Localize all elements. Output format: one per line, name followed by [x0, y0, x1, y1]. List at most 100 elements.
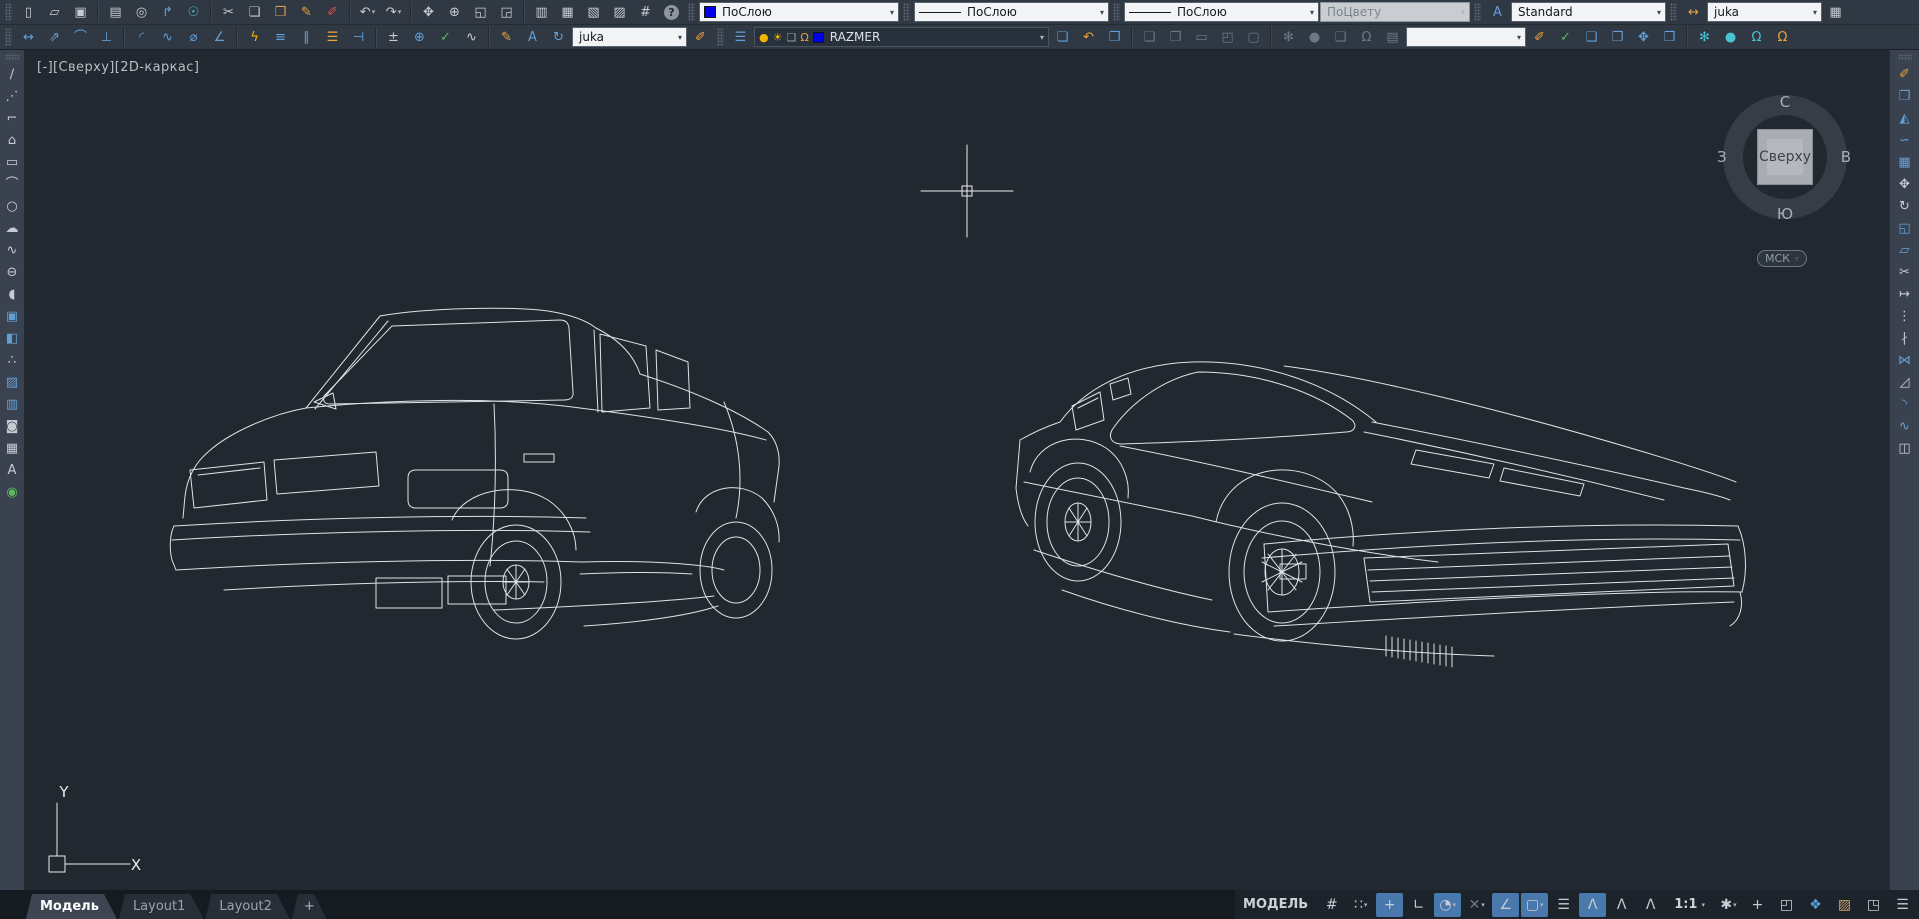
dim-linear-button[interactable]: ↔ [16, 26, 41, 48]
snap-mode-button[interactable]: ∷▾ [1347, 893, 1374, 917]
graphics-performance-button[interactable]: ❖ [1802, 893, 1829, 917]
layer-delete-button[interactable]: ✥ [1631, 26, 1656, 48]
draw-spline-button[interactable]: ∿ [1, 240, 23, 261]
extend-button[interactable]: ↦ [1894, 284, 1916, 305]
group-edit-button[interactable]: ▭ [1189, 26, 1214, 48]
draw-polyline-button[interactable]: ⌐ [1, 108, 23, 129]
match-properties-button[interactable]: ✎ [294, 1, 319, 23]
dim-jog-line-button[interactable]: ∿ [459, 26, 484, 48]
dim-break-button[interactable]: ⊣ [346, 26, 371, 48]
print-button[interactable]: ▤ [103, 1, 128, 23]
right-car-wireframe[interactable] [1016, 362, 1745, 667]
join-button[interactable]: ⋈ [1894, 350, 1916, 371]
annotation-scale-value[interactable]: 1:1▾ [1666, 893, 1713, 917]
full-screen-button[interactable]: ◳ [1860, 893, 1887, 917]
draw-rectangle-button[interactable]: ▭ [1, 152, 23, 173]
layer-notify-button[interactable]: ❒ [1657, 26, 1682, 48]
draw-arc-button[interactable]: ⌒ [1, 174, 23, 195]
trim-button[interactable]: ✂ [1894, 262, 1916, 283]
new-file-button[interactable]: ▯ [16, 1, 41, 23]
text-style-current[interactable]: Standard▾ [1511, 2, 1666, 22]
dim-update-button[interactable]: ↻ [546, 26, 571, 48]
dimension-style-button[interactable]: ↔ [1681, 1, 1706, 23]
layer-control[interactable]: ●☀❏ΩRAZMER▾ [754, 27, 1049, 47]
layer-previous-button[interactable]: ↶ [1076, 26, 1101, 48]
layer-properties-manager-button[interactable]: ☰ [728, 26, 753, 48]
draw-line-button[interactable]: ∕ [1, 64, 23, 85]
draw-circle-button[interactable]: ○ [1, 196, 23, 217]
center-mark-button[interactable]: ⊕ [407, 26, 432, 48]
dim-text-edit-button[interactable]: A [520, 26, 545, 48]
layer-freeze-button[interactable]: ✻ [1276, 26, 1301, 48]
ucs-icon[interactable]: Y X [49, 783, 141, 874]
model-space-toggle[interactable]: МОДЕЛЬ [1235, 893, 1316, 917]
undo-button[interactable]: ↶▾ [355, 1, 380, 23]
vp-lock-current-button[interactable]: Ω [1744, 26, 1769, 48]
break-at-point-button[interactable]: ⋮ [1894, 306, 1916, 327]
make-block-button[interactable]: ◧ [1, 328, 23, 349]
object-snap-button[interactable]: ▢▾ [1521, 893, 1548, 917]
ucs-selector[interactable]: МСК ▿ [1757, 250, 1807, 267]
design-center-button[interactable]: ▦ [555, 1, 580, 23]
sheet-set-manager-button[interactable]: ▨ [607, 1, 632, 23]
vp-freeze-current-button[interactable]: ✻ [1692, 26, 1717, 48]
plot-style[interactable]: ПоЦвету▾ [1320, 2, 1470, 22]
fillet-button[interactable]: ◝ [1894, 394, 1916, 415]
erase-button[interactable]: ✐ [1894, 64, 1916, 85]
zoom-realtime-button[interactable]: ⊕ [442, 1, 467, 23]
quick-dimension-button[interactable]: ϟ [242, 26, 267, 48]
tolerance-button[interactable]: ± [381, 26, 406, 48]
gradient-button[interactable]: ▥ [1, 394, 23, 415]
viewcube-west[interactable]: З [1717, 148, 1727, 166]
object-snap-tracking-button[interactable]: ∠ [1492, 893, 1519, 917]
move-button[interactable]: ✥ [1894, 174, 1916, 195]
paste-clip-button[interactable]: ❒ [268, 1, 293, 23]
table-style-button[interactable]: ▦ [1823, 1, 1848, 23]
annotation-autoscale-button[interactable]: Λ [1608, 893, 1635, 917]
dim-baseline-button[interactable]: ≡ [268, 26, 293, 48]
properties-palette-button[interactable]: ▥ [529, 1, 554, 23]
help-button[interactable]: ? [659, 1, 684, 23]
scale-button[interactable]: ◱ [1894, 218, 1916, 239]
dynamic-input-button[interactable]: + [1376, 893, 1403, 917]
dim-ordinate-button[interactable]: ⊥ [94, 26, 119, 48]
mirror-button[interactable]: ◭ [1894, 108, 1916, 129]
zoom-previous-button[interactable]: ◲ [494, 1, 519, 23]
layer-thaw-all-button[interactable]: ❏ [1579, 26, 1604, 48]
layer-on-all-button[interactable]: ✓ [1553, 26, 1578, 48]
annotation-visibility-button[interactable]: Λ [1579, 893, 1606, 917]
tab-layout2[interactable]: Layout2 [205, 894, 289, 919]
vp-unlock-current-button[interactable]: Ω [1770, 26, 1795, 48]
open-file-button[interactable]: ▱ [42, 1, 67, 23]
isolate-objects-button[interactable]: ◰ [1773, 893, 1800, 917]
viewcube-south[interactable]: Ю [1777, 205, 1793, 223]
change-to-current-layer-button[interactable]: ❐ [1102, 26, 1127, 48]
draw-construction-line-button[interactable]: ⋰ [1, 86, 23, 107]
viewcube-east[interactable]: В [1841, 148, 1851, 166]
viewcube[interactable]: С В Ю З Сверху [1723, 95, 1847, 219]
layer-walk-button[interactable]: ▤ [1380, 26, 1405, 48]
draw-polygon-button[interactable]: ⌂ [1, 130, 23, 151]
dim-continue-button[interactable]: ∥ [294, 26, 319, 48]
redo-button[interactable]: ↷▾ [381, 1, 406, 23]
region-button[interactable]: ◙ [1, 416, 23, 437]
calculator-button[interactable]: # [633, 1, 658, 23]
insert-block-button[interactable]: ▣ [1, 306, 23, 327]
tab-модель[interactable]: Модель [26, 894, 117, 919]
dim-aligned-button[interactable]: ⇗ [42, 26, 67, 48]
group-selection-toggle-button[interactable]: ◰ [1215, 26, 1240, 48]
layer-merge-button[interactable]: ❐ [1605, 26, 1630, 48]
copy-clip-button[interactable]: ❏ [242, 1, 267, 23]
offset-button[interactable]: ∽ [1894, 130, 1916, 151]
tool-palettes-button[interactable]: ▧ [581, 1, 606, 23]
dim-jogged-button[interactable]: ∿ [155, 26, 180, 48]
dimension-style-current[interactable]: juka▾ [1707, 2, 1822, 22]
dim-radius-button[interactable]: ◜ [129, 26, 154, 48]
ungroup-button[interactable]: ❐ [1163, 26, 1188, 48]
dim-spacing-button[interactable]: ☰ [320, 26, 345, 48]
draw-revision-cloud-button[interactable]: ☁ [1, 218, 23, 239]
save-file-button[interactable]: ▣ [68, 1, 93, 23]
rotate-button[interactable]: ↻ [1894, 196, 1916, 217]
layer-off-button[interactable]: ● [1302, 26, 1327, 48]
lineweight-display-button[interactable]: ☰ [1550, 893, 1577, 917]
